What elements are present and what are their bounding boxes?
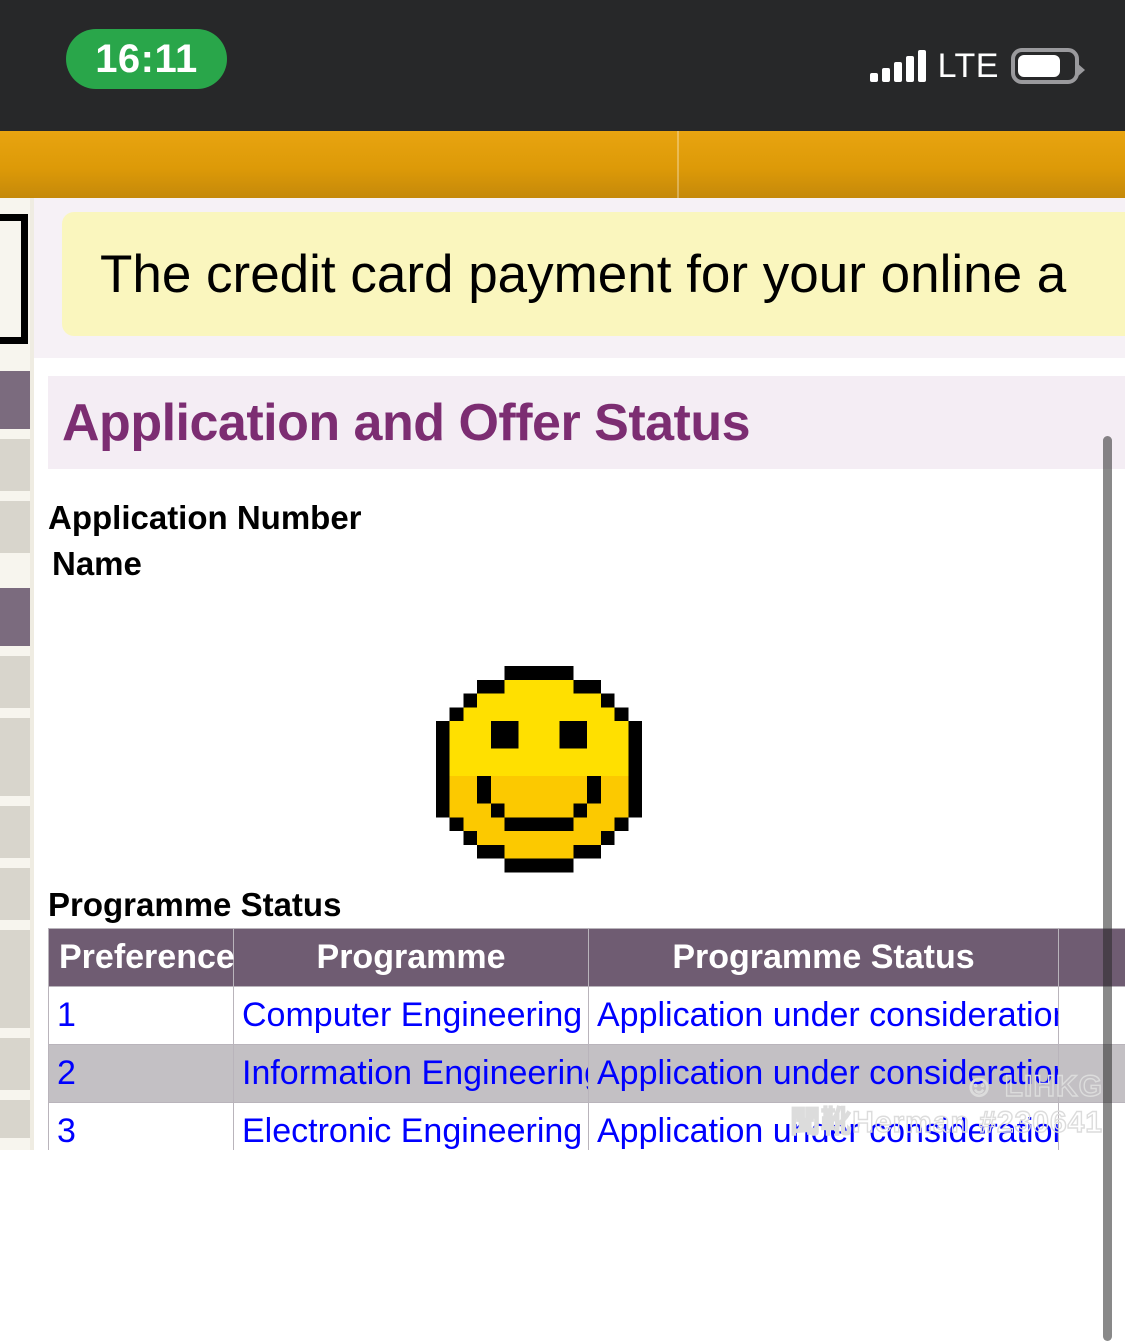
sidebar-item-2[interactable]: [0, 439, 32, 491]
sidebar-item-outline-box[interactable]: [0, 214, 28, 344]
sidebar-item-active-2[interactable]: [0, 588, 32, 646]
cell-programme: Computer Engineering: [234, 987, 589, 1045]
app-bar: [0, 131, 1125, 198]
cell-preference: 3: [49, 1103, 234, 1151]
main-content: The credit card payment for your online …: [34, 198, 1125, 1150]
sidebar-item-5[interactable]: [0, 718, 32, 796]
applicant-info: Application Number Name: [48, 495, 748, 587]
column-header-preference: Preference: [49, 929, 234, 987]
sidebar-item-8[interactable]: [0, 930, 32, 1028]
alert-region: The credit card payment for your online …: [34, 198, 1125, 358]
column-header-programme-status: Programme Status: [589, 929, 1059, 987]
cell-programme: Information Engineering: [234, 1045, 589, 1103]
column-header-action: [1059, 929, 1125, 987]
sidebar-item-3[interactable]: [0, 501, 32, 553]
battery-icon: [1011, 48, 1079, 84]
cell-preference: 1: [49, 987, 234, 1045]
sidebar-drawer-strip[interactable]: [0, 198, 34, 1150]
sidebar-item-10[interactable]: [0, 1100, 32, 1138]
page-title: Application and Offer Status: [48, 397, 750, 449]
sidebar-item-6[interactable]: [0, 806, 32, 858]
cell-preference: 2: [49, 1045, 234, 1103]
status-bar-time: 16:11: [95, 39, 198, 79]
sidebar-item-7[interactable]: [0, 868, 32, 920]
programme-status-label: Programme Status: [48, 888, 341, 921]
payment-alert-banner: The credit card payment for your online …: [62, 212, 1125, 336]
cell-status: Application under consideration: [589, 987, 1059, 1045]
cell-programme: Electronic Engineering: [234, 1103, 589, 1151]
cell-status: Application under consideration: [589, 1103, 1059, 1151]
app-bar-divider: [677, 131, 679, 198]
table-row: 1 Computer Engineering Application under…: [49, 987, 1125, 1045]
name-label: Name: [48, 541, 748, 587]
cell-action: [1059, 1103, 1125, 1151]
network-type-label: LTE: [938, 49, 999, 83]
cell-action: [1059, 987, 1125, 1045]
vertical-scrollbar[interactable]: [1103, 436, 1112, 1341]
alert-banner-text: The credit card payment for your online …: [100, 248, 1066, 301]
page-body: The credit card payment for your online …: [0, 198, 1125, 1150]
signal-bars-icon: [870, 50, 926, 82]
sidebar-item-4[interactable]: [0, 656, 32, 708]
section-heading-band: Application and Offer Status: [48, 376, 1125, 469]
table-header-row: Preference Programme Programme Status: [49, 929, 1125, 987]
sidebar-item-9[interactable]: [0, 1038, 32, 1090]
status-bar-indicators: LTE: [870, 44, 1079, 88]
application-number-label: Application Number: [48, 495, 748, 541]
programme-status-table: Preference Programme Programme Status 1 …: [48, 928, 1125, 1150]
status-bar-time-pill: 16:11: [66, 29, 227, 89]
cell-status: Application under consideration: [589, 1045, 1059, 1103]
column-header-programme: Programme: [234, 929, 589, 987]
cell-action: [1059, 1045, 1125, 1103]
table-row: 2 Information Engineering Application un…: [49, 1045, 1125, 1103]
pixel-smiley-face-icon: [420, 666, 658, 900]
table-row: 3 Electronic Engineering Application und…: [49, 1103, 1125, 1151]
sidebar-item-active-1[interactable]: [0, 371, 32, 429]
content-gap: [34, 358, 1125, 376]
status-bar: 16:11 LTE: [0, 0, 1125, 131]
